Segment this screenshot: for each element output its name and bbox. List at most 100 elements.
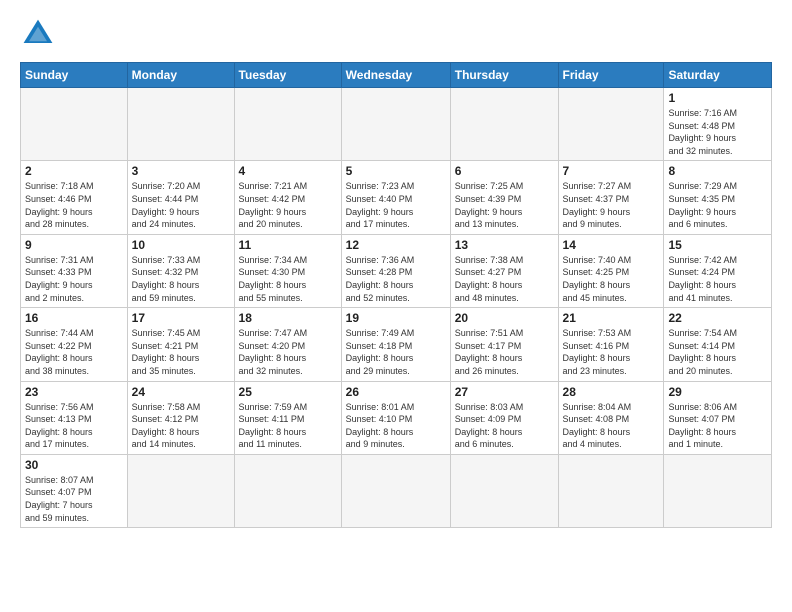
day-cell: 26 Sunrise: 8:01 AM Sunset: 4:10 PM Dayli…	[341, 381, 450, 454]
day-number: 29	[668, 385, 767, 399]
day-info: Sunrise: 7:56 AM Sunset: 4:13 PM Dayligh…	[25, 401, 123, 451]
day-number: 1	[668, 91, 767, 105]
day-number: 19	[346, 311, 446, 325]
weekday-saturday: Saturday	[664, 63, 772, 88]
day-cell: 17 Sunrise: 7:45 AM Sunset: 4:21 PM Dayli…	[127, 308, 234, 381]
day-number: 10	[132, 238, 230, 252]
day-info: Sunrise: 7:34 AM Sunset: 4:30 PM Dayligh…	[239, 254, 337, 304]
day-info: Sunrise: 7:33 AM Sunset: 4:32 PM Dayligh…	[132, 254, 230, 304]
day-info: Sunrise: 7:49 AM Sunset: 4:18 PM Dayligh…	[346, 327, 446, 377]
day-number: 23	[25, 385, 123, 399]
week-row-2: 9Sunrise: 7:31 AM Sunset: 4:33 PM Daylig…	[21, 234, 772, 307]
day-number: 2	[25, 164, 123, 178]
day-cell: 25 Sunrise: 7:59 AM Sunset: 4:11 PM Dayli…	[234, 381, 341, 454]
day-cell	[127, 88, 234, 161]
day-info: Sunrise: 7:38 AM Sunset: 4:27 PM Dayligh…	[455, 254, 554, 304]
day-number: 5	[346, 164, 446, 178]
day-info: Sunrise: 7:23 AM Sunset: 4:40 PM Dayligh…	[346, 180, 446, 230]
day-cell: 21 Sunrise: 7:53 AM Sunset: 4:16 PM Dayli…	[558, 308, 664, 381]
day-number: 4	[239, 164, 337, 178]
day-number: 20	[455, 311, 554, 325]
weekday-friday: Friday	[558, 63, 664, 88]
day-info: Sunrise: 7:54 AM Sunset: 4:14 PM Dayligh…	[668, 327, 767, 377]
day-cell: 7Sunrise: 7:27 AM Sunset: 4:37 PM Daylig…	[558, 161, 664, 234]
day-number: 13	[455, 238, 554, 252]
day-cell: 20 Sunrise: 7:51 AM Sunset: 4:17 PM Dayli…	[450, 308, 558, 381]
day-cell: 29 Sunrise: 8:06 AM Sunset: 4:07 PM Dayli…	[664, 381, 772, 454]
day-cell: 14 Sunrise: 7:40 AM Sunset: 4:25 PM Dayli…	[558, 234, 664, 307]
day-cell	[234, 88, 341, 161]
day-info: Sunrise: 7:40 AM Sunset: 4:25 PM Dayligh…	[563, 254, 660, 304]
day-cell	[341, 454, 450, 527]
day-cell: 23 Sunrise: 7:56 AM Sunset: 4:13 PM Dayli…	[21, 381, 128, 454]
day-info: Sunrise: 7:20 AM Sunset: 4:44 PM Dayligh…	[132, 180, 230, 230]
day-info: Sunrise: 7:59 AM Sunset: 4:11 PM Dayligh…	[239, 401, 337, 451]
day-cell: 6 Sunrise: 7:25 AM Sunset: 4:39 PM Daylig…	[450, 161, 558, 234]
day-number: 8	[668, 164, 767, 178]
day-cell: 10 Sunrise: 7:33 AM Sunset: 4:32 PM Dayli…	[127, 234, 234, 307]
day-number: 21	[563, 311, 660, 325]
day-info: Sunrise: 7:16 AM Sunset: 4:48 PM Dayligh…	[668, 107, 767, 157]
day-cell	[21, 88, 128, 161]
day-cell: 3 Sunrise: 7:20 AM Sunset: 4:44 PM Daylig…	[127, 161, 234, 234]
day-cell	[234, 454, 341, 527]
day-cell	[664, 454, 772, 527]
day-cell: 5 Sunrise: 7:23 AM Sunset: 4:40 PM Daylig…	[341, 161, 450, 234]
week-row-4: 23 Sunrise: 7:56 AM Sunset: 4:13 PM Dayli…	[21, 381, 772, 454]
day-info: Sunrise: 7:18 AM Sunset: 4:46 PM Dayligh…	[25, 180, 123, 230]
day-number: 25	[239, 385, 337, 399]
day-cell: 28Sunrise: 8:04 AM Sunset: 4:08 PM Dayli…	[558, 381, 664, 454]
day-number: 6	[455, 164, 554, 178]
day-number: 24	[132, 385, 230, 399]
logo	[20, 16, 60, 52]
day-cell: 30Sunrise: 8:07 AM Sunset: 4:07 PM Dayli…	[21, 454, 128, 527]
day-info: Sunrise: 7:27 AM Sunset: 4:37 PM Dayligh…	[563, 180, 660, 230]
day-number: 3	[132, 164, 230, 178]
day-info: Sunrise: 7:29 AM Sunset: 4:35 PM Dayligh…	[668, 180, 767, 230]
day-number: 16	[25, 311, 123, 325]
day-cell	[341, 88, 450, 161]
weekday-tuesday: Tuesday	[234, 63, 341, 88]
weekday-sunday: Sunday	[21, 63, 128, 88]
day-info: Sunrise: 7:51 AM Sunset: 4:17 PM Dayligh…	[455, 327, 554, 377]
day-cell: 11Sunrise: 7:34 AM Sunset: 4:30 PM Dayli…	[234, 234, 341, 307]
day-info: Sunrise: 7:42 AM Sunset: 4:24 PM Dayligh…	[668, 254, 767, 304]
day-number: 17	[132, 311, 230, 325]
day-cell: 1 Sunrise: 7:16 AM Sunset: 4:48 PM Daylig…	[664, 88, 772, 161]
day-cell: 8 Sunrise: 7:29 AM Sunset: 4:35 PM Daylig…	[664, 161, 772, 234]
day-info: Sunrise: 7:31 AM Sunset: 4:33 PM Dayligh…	[25, 254, 123, 304]
day-number: 26	[346, 385, 446, 399]
day-cell	[127, 454, 234, 527]
day-cell: 13 Sunrise: 7:38 AM Sunset: 4:27 PM Dayli…	[450, 234, 558, 307]
day-cell: 27Sunrise: 8:03 AM Sunset: 4:09 PM Dayli…	[450, 381, 558, 454]
calendar: SundayMondayTuesdayWednesdayThursdayFrid…	[20, 62, 772, 528]
day-cell: 2 Sunrise: 7:18 AM Sunset: 4:46 PM Daylig…	[21, 161, 128, 234]
day-info: Sunrise: 8:01 AM Sunset: 4:10 PM Dayligh…	[346, 401, 446, 451]
weekday-thursday: Thursday	[450, 63, 558, 88]
day-info: Sunrise: 8:06 AM Sunset: 4:07 PM Dayligh…	[668, 401, 767, 451]
day-cell: 15 Sunrise: 7:42 AM Sunset: 4:24 PM Dayli…	[664, 234, 772, 307]
day-cell: 22 Sunrise: 7:54 AM Sunset: 4:14 PM Dayli…	[664, 308, 772, 381]
week-row-5: 30Sunrise: 8:07 AM Sunset: 4:07 PM Dayli…	[21, 454, 772, 527]
day-number: 30	[25, 458, 123, 472]
weekday-wednesday: Wednesday	[341, 63, 450, 88]
day-cell: 19 Sunrise: 7:49 AM Sunset: 4:18 PM Dayli…	[341, 308, 450, 381]
day-number: 22	[668, 311, 767, 325]
day-info: Sunrise: 7:44 AM Sunset: 4:22 PM Dayligh…	[25, 327, 123, 377]
day-number: 14	[563, 238, 660, 252]
day-cell: 24Sunrise: 7:58 AM Sunset: 4:12 PM Dayli…	[127, 381, 234, 454]
week-row-1: 2 Sunrise: 7:18 AM Sunset: 4:46 PM Daylig…	[21, 161, 772, 234]
week-row-3: 16 Sunrise: 7:44 AM Sunset: 4:22 PM Dayli…	[21, 308, 772, 381]
day-cell: 9Sunrise: 7:31 AM Sunset: 4:33 PM Daylig…	[21, 234, 128, 307]
day-cell	[558, 88, 664, 161]
logo-icon	[20, 16, 56, 52]
day-info: Sunrise: 7:53 AM Sunset: 4:16 PM Dayligh…	[563, 327, 660, 377]
day-info: Sunrise: 7:45 AM Sunset: 4:21 PM Dayligh…	[132, 327, 230, 377]
day-cell	[450, 454, 558, 527]
day-number: 15	[668, 238, 767, 252]
day-cell: 18Sunrise: 7:47 AM Sunset: 4:20 PM Dayli…	[234, 308, 341, 381]
day-cell: 12Sunrise: 7:36 AM Sunset: 4:28 PM Dayli…	[341, 234, 450, 307]
day-info: Sunrise: 7:25 AM Sunset: 4:39 PM Dayligh…	[455, 180, 554, 230]
day-number: 12	[346, 238, 446, 252]
header	[20, 16, 772, 52]
